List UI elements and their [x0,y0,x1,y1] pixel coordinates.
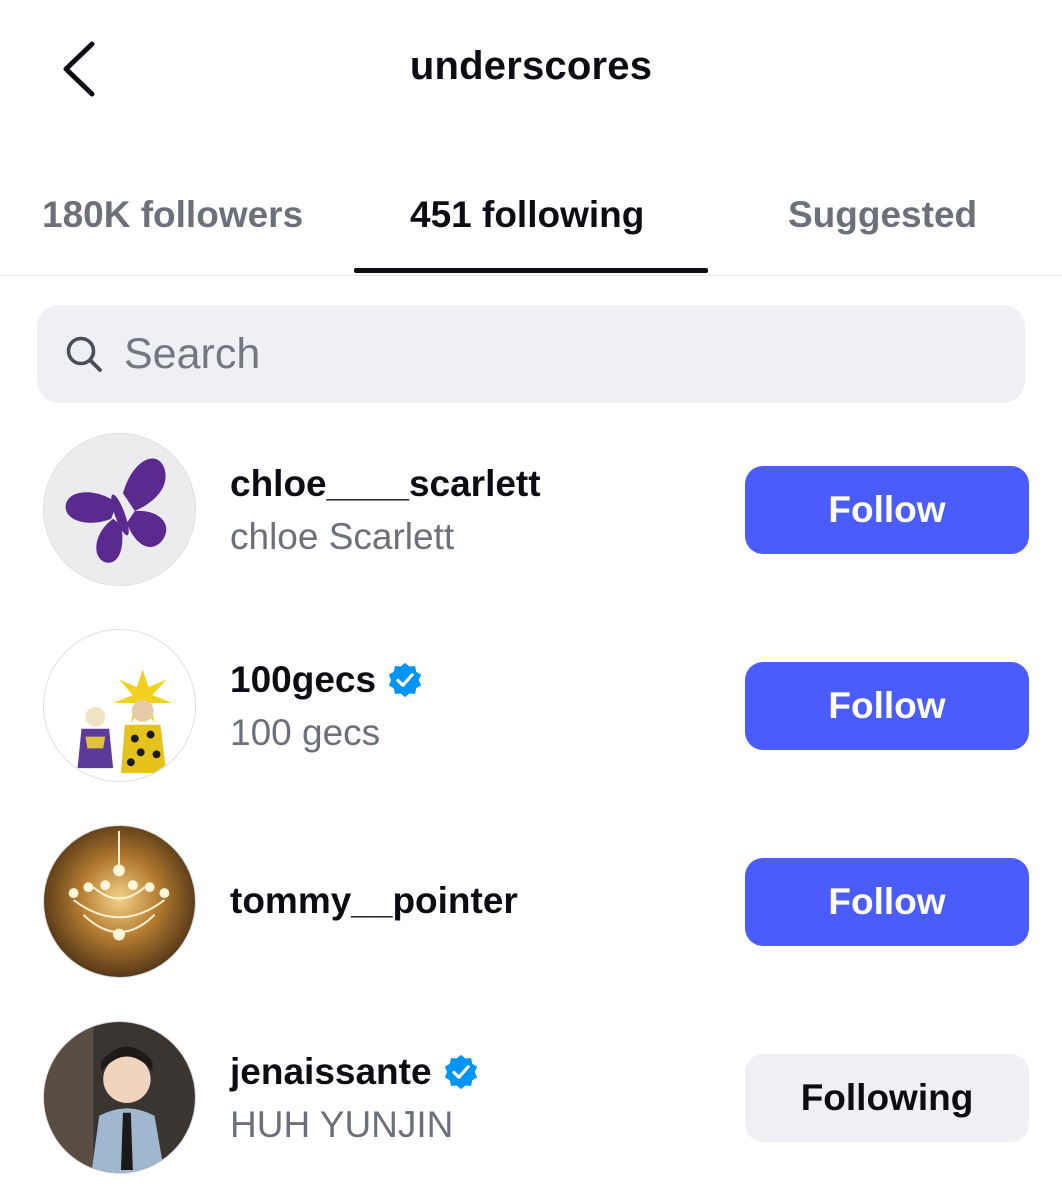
butterfly-avatar-image [44,434,195,585]
avatar[interactable] [43,629,196,782]
tab-following[interactable]: 451 following [410,194,644,236]
list-item-100gecs[interactable]: 100gecs 100 gecs Follow [0,629,1062,825]
page-title: underscores [409,44,653,88]
list-item-chloe-scarlett[interactable]: chloe____scarlett chloe Scarlett Follow [0,433,1062,629]
verified-badge-icon [388,662,422,698]
following-list-screen: underscores 180K followers 451 following… [0,0,1062,1200]
username-line: tommy__pointer [230,880,518,922]
duo-avatar-image [44,630,195,781]
tab-suggested[interactable]: Suggested [788,194,977,236]
avatar[interactable] [43,825,196,978]
following-button[interactable]: Following [745,1054,1029,1142]
username[interactable]: 100gecs [230,659,376,701]
chandelier-avatar-image [44,826,195,977]
portrait-avatar-image [44,1022,195,1173]
full-name: 100 gecs [230,712,381,753]
follow-button[interactable]: Follow [745,662,1029,750]
username[interactable]: tommy__pointer [230,880,518,922]
active-tab-indicator [354,268,708,273]
follow-button[interactable]: Follow [745,466,1029,554]
full-name: chloe Scarlett [230,516,455,557]
follow-button[interactable]: Follow [745,858,1029,946]
username-line: 100gecs [230,659,424,701]
list-item-jenaissante[interactable]: jenaissante HUH YUNJIN Following [0,1021,1062,1200]
username[interactable]: jenaissante [230,1051,432,1093]
avatar[interactable] [43,1021,196,1174]
list-item-tommy-pointer[interactable]: tommy__pointer Follow [0,825,1062,1021]
username[interactable]: chloe____scarlett [230,463,541,505]
tab-bar: 180K followers 451 following Suggested [0,160,1062,276]
search-icon [66,336,102,372]
avatar[interactable] [43,433,196,586]
username-line: jenaissante [230,1051,480,1093]
verified-badge-icon [444,1054,477,1090]
search-input[interactable] [124,322,1004,386]
tab-followers[interactable]: 180K followers [42,194,303,236]
full-name: HUH YUNJIN [230,1104,454,1145]
username-line: chloe____scarlett [230,463,541,505]
header: underscores [0,0,1062,140]
